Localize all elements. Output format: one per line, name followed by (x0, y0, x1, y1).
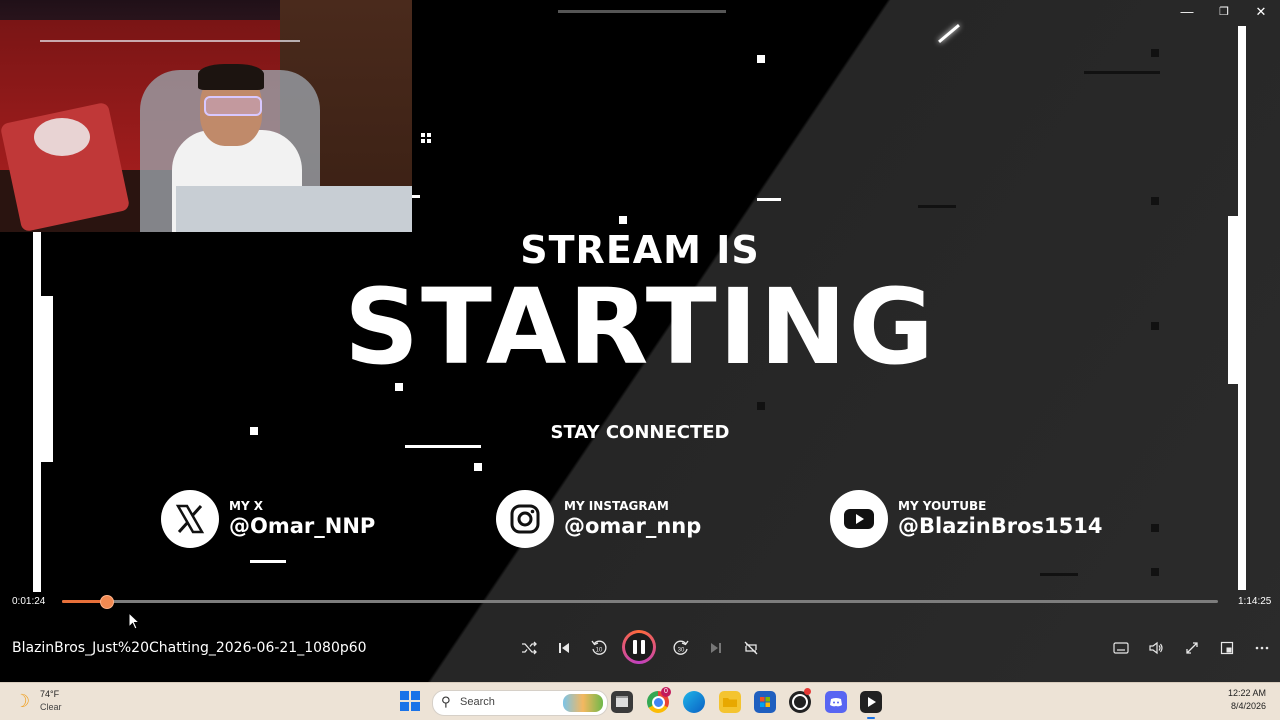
x-logo-icon (161, 490, 219, 548)
total-time: 1:14:25 (1238, 596, 1272, 607)
search-placeholder: Search (460, 696, 495, 708)
clock-date[interactable]: 8/4/2026 (1220, 701, 1266, 711)
webcam-person-hair (198, 64, 264, 90)
webcam-lights (40, 40, 300, 42)
webcam-shirt-logo (34, 118, 90, 156)
headline-starting: STARTING (344, 266, 936, 388)
pause-button[interactable] (622, 630, 656, 664)
media-player-icon[interactable] (860, 691, 882, 713)
active-app-indicator (867, 717, 875, 719)
social-handle: @Omar_NNP (229, 514, 376, 538)
shuffle-icon[interactable] (518, 638, 540, 658)
edge-icon[interactable] (683, 691, 705, 713)
instagram-icon (496, 490, 554, 548)
file-explorer-icon[interactable] (719, 691, 741, 713)
windows-logo-icon-part (400, 702, 409, 711)
deco-square (1151, 524, 1159, 532)
social-caption: MY YOUTUBE (898, 499, 987, 513)
deco-square (1151, 49, 1159, 57)
pause-icon (625, 633, 653, 661)
stay-connected-label: STAY CONNECTED (550, 422, 730, 443)
restore-button[interactable]: ❐ (1213, 3, 1235, 21)
start-button[interactable] (400, 691, 420, 711)
deco-bar (757, 198, 781, 201)
close-button[interactable]: ✕ (1250, 3, 1272, 21)
minimize-button[interactable]: — (1176, 3, 1198, 21)
deco-square (757, 402, 765, 410)
social-x: MY X @Omar_NNP (161, 490, 375, 548)
webcam-person-glasses (204, 96, 262, 116)
deco-bar (1040, 573, 1078, 576)
svg-text:30: 30 (678, 648, 685, 654)
deco-bar (558, 10, 726, 13)
social-youtube: MY YOUTUBE @BlazinBros1514 (830, 490, 1102, 548)
webcam-overlay (0, 0, 412, 232)
more-icon[interactable] (1251, 638, 1273, 658)
deco-square (427, 133, 431, 137)
social-caption: MY INSTAGRAM (564, 499, 669, 513)
deco-bar (405, 445, 481, 448)
deco-square (1151, 568, 1159, 576)
social-caption: MY X (229, 499, 264, 513)
social-handle: @omar_nnp (564, 514, 702, 538)
windows-logo-icon (400, 691, 409, 700)
deco-square (421, 133, 425, 137)
notification-badge: 0 (661, 687, 671, 697)
deco-square (474, 463, 482, 471)
recording-dot (804, 688, 811, 695)
social-handle: @BlazinBros1514 (898, 514, 1103, 538)
taskbar-search[interactable]: ⚲ Search (432, 690, 608, 716)
seek-thumb[interactable] (100, 595, 114, 609)
task-view-icon[interactable] (611, 691, 633, 713)
windows-logo-icon-part (411, 691, 420, 700)
next-icon[interactable] (705, 638, 727, 658)
deco-square (1151, 197, 1159, 205)
youtube-icon (830, 490, 888, 548)
deco-bar (250, 560, 286, 563)
mouse-cursor-icon (128, 612, 140, 630)
obs-icon-ring (792, 694, 808, 710)
svg-text:10: 10 (596, 648, 603, 654)
current-time: 0:01:24 (12, 596, 46, 607)
windows-logo-icon-part (411, 702, 420, 711)
deco-square (757, 55, 765, 63)
taskbar: ☽ 74°F Clear ⚲ Search 0 12:22 AM 8/4/202… (0, 682, 1280, 720)
social-instagram: MY INSTAGRAM @omar_nnp (496, 490, 701, 548)
media-title: BlazinBros_Just%20Chatting_2026-06-21_10… (12, 640, 367, 656)
rewind-10-icon[interactable]: 10 (588, 638, 610, 658)
store-icon[interactable] (754, 691, 776, 713)
previous-icon[interactable] (553, 638, 575, 658)
deco-bar (412, 195, 420, 198)
weather-temp[interactable]: 74°F (40, 689, 59, 699)
video-canvas[interactable]: STREAM IS STARTING STAY CONNECTED MY X @… (0, 0, 1280, 682)
search-highlight-image (563, 694, 603, 712)
clock-time[interactable]: 12:22 AM (1220, 688, 1266, 698)
miniplayer-icon[interactable] (1216, 638, 1238, 658)
deco-square (427, 139, 431, 143)
fullscreen-icon[interactable] (1181, 638, 1203, 658)
repeat-off-icon[interactable] (740, 638, 762, 658)
search-icon: ⚲ (441, 694, 451, 709)
deco-bar (1084, 71, 1160, 74)
volume-icon[interactable] (1145, 638, 1167, 658)
captions-icon[interactable] (1110, 638, 1132, 658)
moon-icon[interactable]: ☽ (14, 691, 30, 712)
deco-bar (918, 205, 956, 208)
deco-square (619, 216, 627, 224)
chrome-icon-center (651, 695, 665, 709)
seek-bar[interactable] (62, 600, 1218, 603)
deco-square (421, 139, 425, 143)
forward-30-icon[interactable]: 30 (670, 638, 692, 658)
webcam-monitor (176, 186, 412, 232)
discord-icon[interactable] (825, 691, 847, 713)
weather-condition[interactable]: Clear (40, 702, 62, 712)
